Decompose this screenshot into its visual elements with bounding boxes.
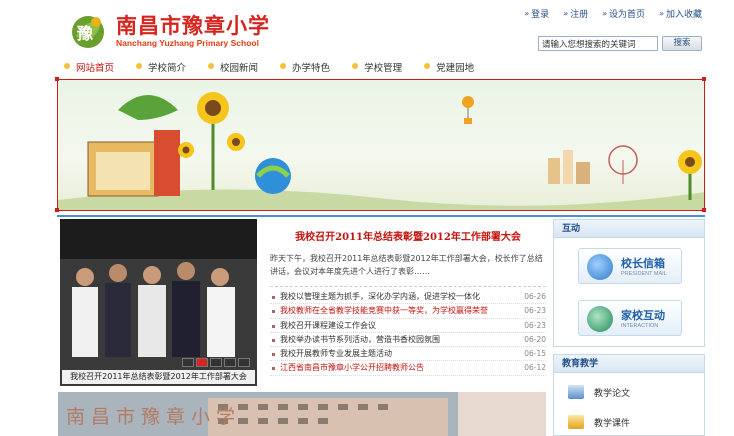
- doc-item-papers[interactable]: 教学论文: [568, 385, 630, 399]
- school-name-cn: 南昌市豫章小学: [116, 13, 270, 38]
- banner-illustration: [58, 92, 704, 210]
- news-item-date: 06-12: [524, 363, 546, 373]
- news-headline[interactable]: 我校召开2011年总结表彰暨2012年工作部署大会: [270, 228, 546, 243]
- news-item-date: 06-15: [524, 349, 546, 359]
- mail-icon: [587, 254, 613, 280]
- principal-mailbox-label: 校长信箱: [621, 257, 665, 270]
- teaching-panel-title: 教育教学: [554, 355, 704, 373]
- doc-item-label[interactable]: 教学论文: [594, 386, 630, 399]
- set-homepage-link[interactable]: » 设为首页: [602, 7, 645, 20]
- nav-item-home[interactable]: 网站首页: [56, 60, 128, 74]
- search-button[interactable]: 搜索: [662, 36, 702, 51]
- news-item-date: 06-23: [524, 320, 546, 330]
- slide-dot-active[interactable]: [196, 358, 208, 367]
- section-divider: [57, 215, 705, 217]
- nav-item-about[interactable]: 学校简介: [128, 60, 200, 74]
- slide-dot[interactable]: [210, 358, 222, 367]
- news-item-title[interactable]: 我校召开课程建设工作会议: [270, 319, 510, 332]
- home-school-button[interactable]: 家校互动 INTERACTION: [578, 300, 682, 336]
- news-item[interactable]: 江西省南昌市豫章小学公开招聘教师公告 06-12: [270, 361, 546, 376]
- interact-panel-title: 互动: [554, 220, 704, 238]
- news-item-date: 06-26: [524, 292, 546, 301]
- teaching-panel: 教育教学 教学论文 教学课件: [553, 354, 705, 436]
- interaction-icon: [587, 306, 613, 332]
- campus-photo: 南昌市豫章小学: [58, 392, 546, 436]
- interact-panel: 互动 校长信箱 PRESIDENT MAIL 家校互动 INTERACTION: [553, 219, 705, 347]
- resize-handle: [702, 77, 706, 81]
- campus-sign-text: 南昌市豫章小学: [66, 406, 242, 428]
- add-favorite-link[interactable]: » 加入收藏: [659, 7, 702, 20]
- news-item-date: 06-23: [524, 306, 546, 316]
- register-link[interactable]: » 注册: [563, 7, 588, 20]
- school-name-en: Nanchang Yuzhang Primary School: [116, 38, 259, 48]
- logo-char: 豫: [77, 24, 94, 43]
- home-school-sublabel: INTERACTION: [621, 323, 659, 329]
- news-item-title[interactable]: 江西省南昌市豫章小学公开招聘教师公告: [270, 361, 510, 374]
- slide-dot[interactable]: [182, 358, 194, 367]
- bullet-icon: »: [563, 9, 569, 18]
- bullet-icon: »: [659, 9, 664, 18]
- bullet-icon: »: [524, 9, 530, 18]
- news-section: 我校召开2011年总结表彰暨2012年工作部署大会 昨天下午，我校召开2011年…: [270, 222, 546, 385]
- site-header: 豫 南昌市豫章小学 Nanchang Yuzhang Primary Schoo…: [0, 0, 734, 58]
- news-summary: 昨天下午，我校召开2011年总结表彰暨2012年工作部署大会，校长作了总结讲话，…: [270, 254, 543, 276]
- folder-icon: [568, 415, 584, 429]
- nav-item-features[interactable]: 办学特色: [272, 60, 344, 74]
- principal-mailbox-button[interactable]: 校长信箱 PRESIDENT MAIL: [578, 248, 682, 284]
- news-item-title[interactable]: 我校教师在全省教学技能竞赛中获一等奖，为学校赢得荣誉: [270, 304, 510, 317]
- top-links: » 登录 » 注册 » 设为首页 » 加入收藏: [524, 7, 702, 20]
- slider-pager: [182, 358, 250, 367]
- home-school-label: 家校互动: [621, 309, 665, 322]
- news-item-date: 06-20: [524, 334, 546, 344]
- document-icon: [568, 385, 584, 399]
- news-item[interactable]: 我校开展教师专业发展主题活动 06-15: [270, 347, 546, 362]
- news-list: 我校以管理主题为抓手，深化办学内涵，促进学校一体化 06-26 我校教师在全省教学…: [270, 290, 546, 376]
- search-input[interactable]: [538, 36, 658, 51]
- news-item-title[interactable]: 我校以管理主题为抓手，深化办学内涵，促进学校一体化: [270, 290, 510, 303]
- resize-handle: [702, 208, 706, 212]
- news-item-title[interactable]: 我校开展教师专业发展主题活动: [270, 347, 510, 360]
- resize-handle: [55, 208, 59, 212]
- news-item[interactable]: 我校以管理主题为抓手，深化办学内涵，促进学校一体化 06-26: [270, 290, 546, 305]
- doc-item-courseware[interactable]: 教学课件: [568, 415, 630, 429]
- bullet-icon: »: [602, 9, 608, 18]
- main-nav: 网站首页 学校简介 校园新闻 办学特色 学校管理 党建园地: [56, 58, 706, 76]
- news-item-title[interactable]: 我校举办读书节系列活动，营造书香校园氛围: [270, 333, 510, 346]
- news-divider: [270, 286, 546, 287]
- news-item[interactable]: 我校举办读书节系列活动，营造书香校园氛围 06-20: [270, 333, 546, 348]
- nav-item-party[interactable]: 党建园地: [416, 60, 488, 74]
- resize-handle: [55, 77, 59, 81]
- slide-caption[interactable]: 我校召开2011年总结表彰暨2012年工作部署大会: [62, 370, 255, 384]
- principal-mailbox-sublabel: PRESIDENT MAIL: [621, 271, 667, 277]
- nav-item-management[interactable]: 学校管理: [344, 60, 416, 74]
- slide-dot[interactable]: [238, 358, 250, 367]
- slide-dot[interactable]: [224, 358, 236, 367]
- login-link[interactable]: » 登录: [524, 7, 549, 20]
- nav-item-news[interactable]: 校园新闻: [200, 60, 272, 74]
- news-item[interactable]: 我校召开课程建设工作会议 06-23: [270, 319, 546, 333]
- news-item[interactable]: 我校教师在全省教学技能竞赛中获一等奖，为学校赢得荣誉 06-23: [270, 304, 546, 319]
- hero-banner: [57, 79, 705, 211]
- doc-item-label[interactable]: 教学课件: [594, 416, 630, 429]
